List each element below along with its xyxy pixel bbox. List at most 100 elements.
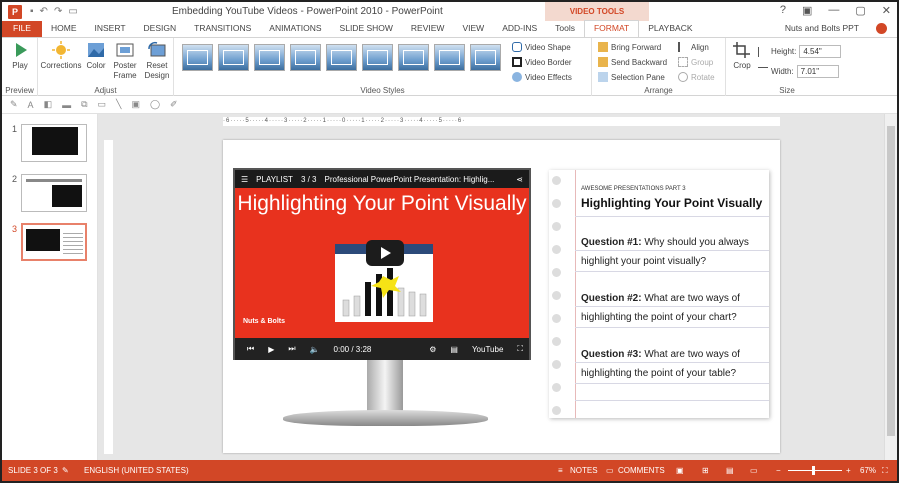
line-icon[interactable]: ╲ xyxy=(116,99,121,110)
tab-insert[interactable]: INSERT xyxy=(86,21,135,37)
vertical-scrollbar[interactable] xyxy=(884,114,897,460)
next-icon[interactable]: ⏭ xyxy=(288,344,295,354)
normal-view-icon[interactable]: ▣ xyxy=(676,466,684,475)
comments-button[interactable]: COMMENTS xyxy=(618,466,665,475)
group-button[interactable]: Group xyxy=(678,57,713,67)
video-style-thumb[interactable] xyxy=(254,44,285,71)
slide-thumbnail-3[interactable] xyxy=(21,223,87,261)
tab-file[interactable]: FILE xyxy=(2,21,42,37)
video-style-thumb[interactable] xyxy=(470,44,501,71)
play-icon[interactable]: ▶ xyxy=(268,345,274,354)
save-icon[interactable]: ▪ xyxy=(30,6,34,17)
notes-icon[interactable]: ≡ xyxy=(558,466,563,475)
scrollbar-thumb[interactable] xyxy=(887,126,895,436)
align-button[interactable]: Align xyxy=(678,42,709,52)
playlist-icon[interactable]: ☰ xyxy=(241,175,248,184)
textbox-icon[interactable]: ▣ xyxy=(131,99,140,110)
zoom-slider-thumb[interactable] xyxy=(812,466,815,475)
width-input[interactable]: 7.01" xyxy=(796,65,839,78)
slideshow-icon[interactable]: ▭ xyxy=(750,466,758,475)
maximize-icon[interactable]: ▢ xyxy=(855,4,865,17)
line-color-icon[interactable]: ▬ xyxy=(62,100,71,110)
poster-frame-button[interactable]: Poster Frame xyxy=(110,41,140,81)
redo-icon[interactable]: ↷ xyxy=(54,6,62,17)
preview-group: Play Preview xyxy=(2,38,38,96)
embedded-video[interactable]: ☰ PLAYLIST 3 / 3 Professional PowerPoint… xyxy=(233,168,531,360)
video-effects-button[interactable]: Video Effects xyxy=(512,72,572,82)
help-icon[interactable]: ? xyxy=(780,4,786,17)
selection-pane-button[interactable]: Selection Pane xyxy=(598,72,665,82)
reset-design-button[interactable]: Reset Design xyxy=(142,41,172,81)
tab-review[interactable]: REVIEW xyxy=(402,21,454,37)
slide-sorter-icon[interactable]: ⊞ xyxy=(702,466,709,475)
video-style-thumb[interactable] xyxy=(218,44,249,71)
tab-animations[interactable]: ANIMATIONS xyxy=(260,21,330,37)
share-icon[interactable]: ⋖ xyxy=(516,175,523,184)
spellcheck-icon[interactable]: ✎ xyxy=(62,466,69,475)
status-bar: SLIDE 3 OF 3 ✎ ENGLISH (UNITED STATES) ≡… xyxy=(2,460,897,481)
corrections-button[interactable]: Corrections xyxy=(40,41,82,71)
video-style-thumb[interactable] xyxy=(326,44,357,71)
tab-format[interactable]: FORMAT xyxy=(583,20,640,37)
format-painter-icon[interactable]: ✎ xyxy=(10,99,18,110)
play-button[interactable]: Play xyxy=(8,41,32,71)
tab-add-ins[interactable]: ADD-INS xyxy=(493,21,546,37)
tab-transitions[interactable]: TRANSITIONS xyxy=(185,21,260,37)
captions-icon[interactable]: ▤ xyxy=(450,345,458,354)
video-style-thumb[interactable] xyxy=(434,44,465,71)
video-style-thumb[interactable] xyxy=(182,44,213,71)
volume-icon[interactable]: 🔈 xyxy=(310,345,320,354)
tab-home[interactable]: HOME xyxy=(42,21,86,37)
tab-playback[interactable]: PLAYBACK xyxy=(639,21,701,37)
shapes-icon[interactable]: ◯ xyxy=(150,99,160,110)
edit-icon[interactable]: ✐ xyxy=(170,99,178,110)
user-name[interactable]: Nuts and Bolts PPT xyxy=(785,23,859,33)
send-backward-button[interactable]: Send Backward xyxy=(598,57,667,67)
color-button[interactable]: Color xyxy=(84,41,108,71)
zoom-slider[interactable] xyxy=(788,470,842,471)
bring-forward-button[interactable]: Bring Forward xyxy=(598,42,661,52)
reading-view-icon[interactable]: ▤ xyxy=(726,466,734,475)
zoom-level[interactable]: 67% xyxy=(860,466,876,475)
tab-view[interactable]: VIEW xyxy=(453,21,493,37)
height-input[interactable]: 4.54" xyxy=(799,45,842,58)
video-style-thumb[interactable] xyxy=(290,44,321,71)
notepaper-rule xyxy=(575,383,769,384)
rectangle-icon[interactable]: ▭ xyxy=(98,99,107,110)
present-icon[interactable]: ▭ xyxy=(68,6,77,17)
tab-design[interactable]: DESIGN xyxy=(135,21,186,37)
title-bar: P ▪ ↶ ↷ ▭ Embedding YouTube Videos - Pow… xyxy=(2,2,897,21)
slide-thumbnail-1[interactable] xyxy=(21,124,87,162)
ribbon-display-icon[interactable]: ▣ xyxy=(802,4,812,17)
tab-slide-show[interactable]: SLIDE SHOW xyxy=(331,21,402,37)
video-style-thumb[interactable] xyxy=(362,44,393,71)
user-avatar-icon[interactable] xyxy=(876,23,887,34)
video-style-thumb[interactable] xyxy=(398,44,429,71)
arrange-icon[interactable]: ⧉ xyxy=(81,99,87,110)
close-icon[interactable]: ✕ xyxy=(882,4,891,17)
playlist-label[interactable]: PLAYLIST xyxy=(256,175,293,184)
fill-color-icon[interactable]: ◧ xyxy=(44,99,53,110)
video-shape-button[interactable]: Video Shape xyxy=(512,42,571,52)
video-title[interactable]: Professional PowerPoint Presentation: Hi… xyxy=(325,175,495,184)
tab-tools[interactable]: Tools xyxy=(546,21,584,37)
previous-icon[interactable]: ⏮ xyxy=(247,344,254,354)
slide-thumbnail-2[interactable] xyxy=(21,174,87,212)
crop-button[interactable]: Crop xyxy=(730,41,754,71)
language-indicator[interactable]: ENGLISH (UNITED STATES) xyxy=(84,466,189,475)
zoom-out-icon[interactable]: − xyxy=(776,466,781,475)
rotate-button[interactable]: Rotate xyxy=(678,72,715,82)
notepaper-textbox[interactable]: AWESOME PRESENTATIONS PART 3 Highlightin… xyxy=(549,170,769,418)
comments-icon[interactable]: ▭ xyxy=(606,466,614,475)
video-play-button[interactable] xyxy=(366,240,404,266)
zoom-in-icon[interactable]: + xyxy=(846,466,851,475)
fit-slide-icon[interactable]: ⛶ xyxy=(882,466,888,476)
video-border-button[interactable]: Video Border xyxy=(512,57,572,67)
undo-icon[interactable]: ↶ xyxy=(40,6,48,17)
settings-icon[interactable]: ⚙ xyxy=(429,345,436,354)
notes-button[interactable]: NOTES xyxy=(570,466,598,475)
youtube-logo[interactable]: YouTube xyxy=(472,345,503,354)
font-color-icon[interactable]: A xyxy=(28,100,34,110)
fullscreen-icon[interactable]: ⛶ xyxy=(517,344,523,354)
minimize-icon[interactable]: — xyxy=(828,4,839,17)
